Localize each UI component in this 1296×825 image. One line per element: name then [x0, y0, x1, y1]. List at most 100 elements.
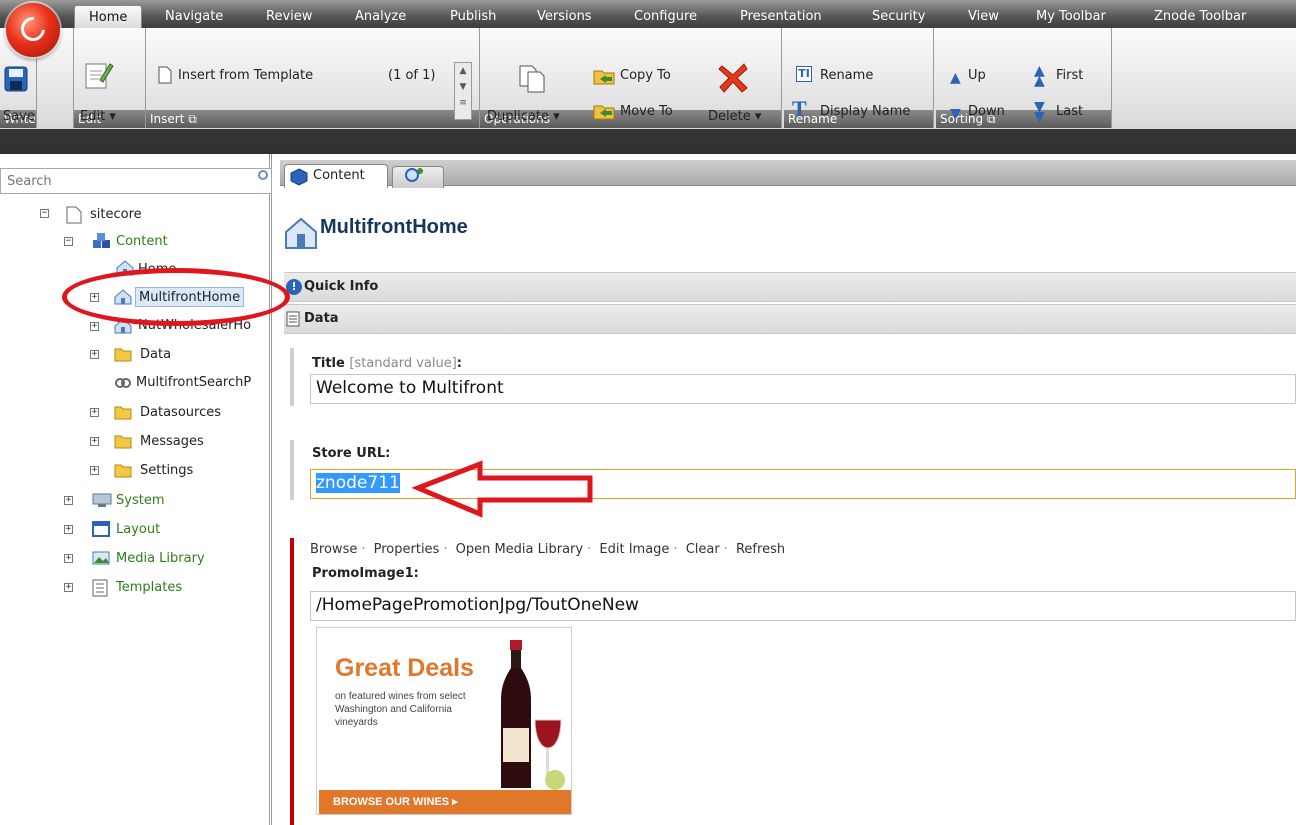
edit-image-link[interactable]: Edit Image: [599, 542, 669, 557]
search-page-icon: [114, 376, 131, 392]
tab-versions[interactable]: Versions: [537, 5, 592, 28]
delete-button[interactable]: Delete ▾: [708, 109, 761, 124]
tree-item-datasources[interactable]: Datasources: [140, 403, 221, 423]
tab-publish[interactable]: Publish: [450, 5, 496, 28]
tab-navigate[interactable]: Navigate: [165, 5, 223, 28]
down-button[interactable]: Down: [968, 104, 1005, 119]
content-tree-pane: [0, 154, 272, 825]
data-section-label: Data: [304, 311, 339, 326]
scroll-more-icon[interactable]: ≡: [455, 95, 471, 111]
expand-icon[interactable]: +: [90, 437, 99, 446]
tree-item-messages[interactable]: Messages: [140, 432, 204, 452]
search-icon[interactable]: [258, 170, 268, 180]
up-button[interactable]: Up: [968, 68, 986, 83]
folder-icon: [114, 404, 132, 420]
promo-image-path-field[interactable]: /HomePagePromotionJpg/ToutOneNew: [310, 591, 1296, 621]
properties-link[interactable]: Properties: [374, 542, 440, 557]
expand-icon[interactable]: +: [90, 350, 99, 359]
tree-item-layout[interactable]: Layout: [116, 520, 160, 540]
search-add-icon[interactable]: [404, 167, 424, 189]
tree-item-templates[interactable]: Templates: [116, 578, 182, 598]
tab-my-toolbar[interactable]: My Toolbar: [1036, 5, 1106, 28]
tree-item-content[interactable]: Content: [116, 232, 168, 252]
insert-scroll[interactable]: ▲ ▼ ≡: [454, 62, 472, 120]
last-button[interactable]: Last: [1056, 104, 1083, 119]
search-input[interactable]: [0, 168, 272, 194]
delete-icon[interactable]: [718, 62, 748, 98]
move-to-button[interactable]: Move To: [620, 104, 673, 119]
collapse-icon[interactable]: −: [40, 209, 49, 218]
expand-icon[interactable]: +: [90, 408, 99, 417]
rename-button[interactable]: Rename: [820, 68, 873, 83]
folder-icon: [114, 462, 132, 478]
tab-configure[interactable]: Configure: [634, 5, 697, 28]
store-url-label: Store URL:: [312, 446, 391, 461]
section-quick-info[interactable]: Quick Info: [284, 272, 1296, 302]
tab-review[interactable]: Review: [266, 5, 312, 28]
last-icon: ▼ ▼: [1034, 99, 1045, 125]
tab-znode-toolbar[interactable]: Znode Toolbar: [1154, 5, 1246, 28]
display-name-button[interactable]: Display Name: [820, 104, 910, 119]
tab-home[interactable]: Home: [74, 5, 143, 28]
tree-item-multifrontsearch[interactable]: MultifrontSearchP: [136, 373, 268, 393]
tab-content-label: Content: [313, 168, 365, 183]
tab-analyze[interactable]: Analyze: [355, 5, 406, 28]
item-home-icon: [284, 216, 318, 254]
browse-link[interactable]: Browse: [310, 542, 357, 557]
tree-item-media-library[interactable]: Media Library: [116, 549, 205, 569]
media-library-icon: [92, 550, 110, 566]
tab-presentation[interactable]: Presentation: [740, 5, 822, 28]
tab-view[interactable]: View: [968, 5, 999, 28]
annotation-oval: [62, 268, 290, 326]
tree-item-sitecore[interactable]: sitecore: [90, 205, 142, 225]
wine-bottle-icon: [497, 640, 567, 794]
save-icon[interactable]: [4, 66, 28, 96]
document-icon: [66, 206, 82, 224]
edit-button[interactable]: Edit ▾: [80, 109, 116, 124]
scroll-down-icon[interactable]: ▼: [455, 79, 471, 95]
collapse-icon[interactable]: −: [64, 237, 73, 246]
expand-icon[interactable]: +: [64, 554, 73, 563]
browse-wines-cta[interactable]: BROWSE OUR WINES ▸: [319, 790, 571, 814]
folder-icon: [114, 433, 132, 449]
expand-icon[interactable]: +: [64, 496, 73, 505]
sitecore-logo-button[interactable]: [6, 3, 60, 57]
copy-to-icon: [592, 67, 616, 89]
annotation-arrow: [411, 460, 593, 518]
tree-item-system[interactable]: System: [116, 491, 164, 511]
edit-icon[interactable]: [84, 60, 114, 94]
image-field-toolbar: Browse · Properties · Open Media Library · …: [310, 542, 786, 557]
duplicate-icon[interactable]: [518, 64, 548, 98]
insert-from-template-button[interactable]: Insert from Template: [178, 68, 313, 83]
system-icon: [92, 492, 112, 508]
clear-link[interactable]: Clear: [686, 542, 720, 557]
required-field-gutter: [290, 538, 294, 825]
duplicate-button[interactable]: Duplicate ▾: [487, 109, 560, 124]
tab-security[interactable]: Security: [872, 5, 925, 28]
rename-icon: TI: [796, 66, 812, 82]
refresh-link[interactable]: Refresh: [736, 542, 785, 557]
group-sorting-label: Sorting ⧉: [936, 110, 1111, 128]
group-insert-label: Insert ⧉: [146, 110, 479, 128]
tree-item-settings[interactable]: Settings: [140, 461, 193, 481]
field-gutter: [290, 348, 294, 406]
promo-image-label: PromoImage1:: [312, 566, 419, 581]
tree-item-data[interactable]: Data: [140, 345, 171, 365]
expand-icon[interactable]: +: [90, 322, 99, 331]
expand-icon[interactable]: +: [64, 583, 73, 592]
expand-icon[interactable]: +: [90, 466, 99, 475]
expand-icon[interactable]: +: [64, 525, 73, 534]
copy-to-button[interactable]: Copy To: [620, 68, 671, 83]
promo-image-preview[interactable]: Great Deals on featured wines from selec…: [316, 627, 572, 815]
open-media-library-link[interactable]: Open Media Library: [456, 542, 584, 557]
first-button[interactable]: First: [1056, 68, 1083, 83]
save-button[interactable]: Save: [3, 109, 35, 124]
first-icon: ▲ ▲: [1034, 63, 1045, 89]
store-url-value: znode711: [316, 473, 400, 493]
section-data[interactable]: Data: [284, 304, 1296, 334]
scroll-up-icon[interactable]: ▲: [455, 63, 471, 79]
title-field[interactable]: Welcome to Multifront: [310, 374, 1296, 404]
group-sorting: Sorting ⧉: [936, 28, 1112, 128]
field-gutter: [290, 440, 294, 500]
down-icon: ▼: [950, 106, 961, 122]
